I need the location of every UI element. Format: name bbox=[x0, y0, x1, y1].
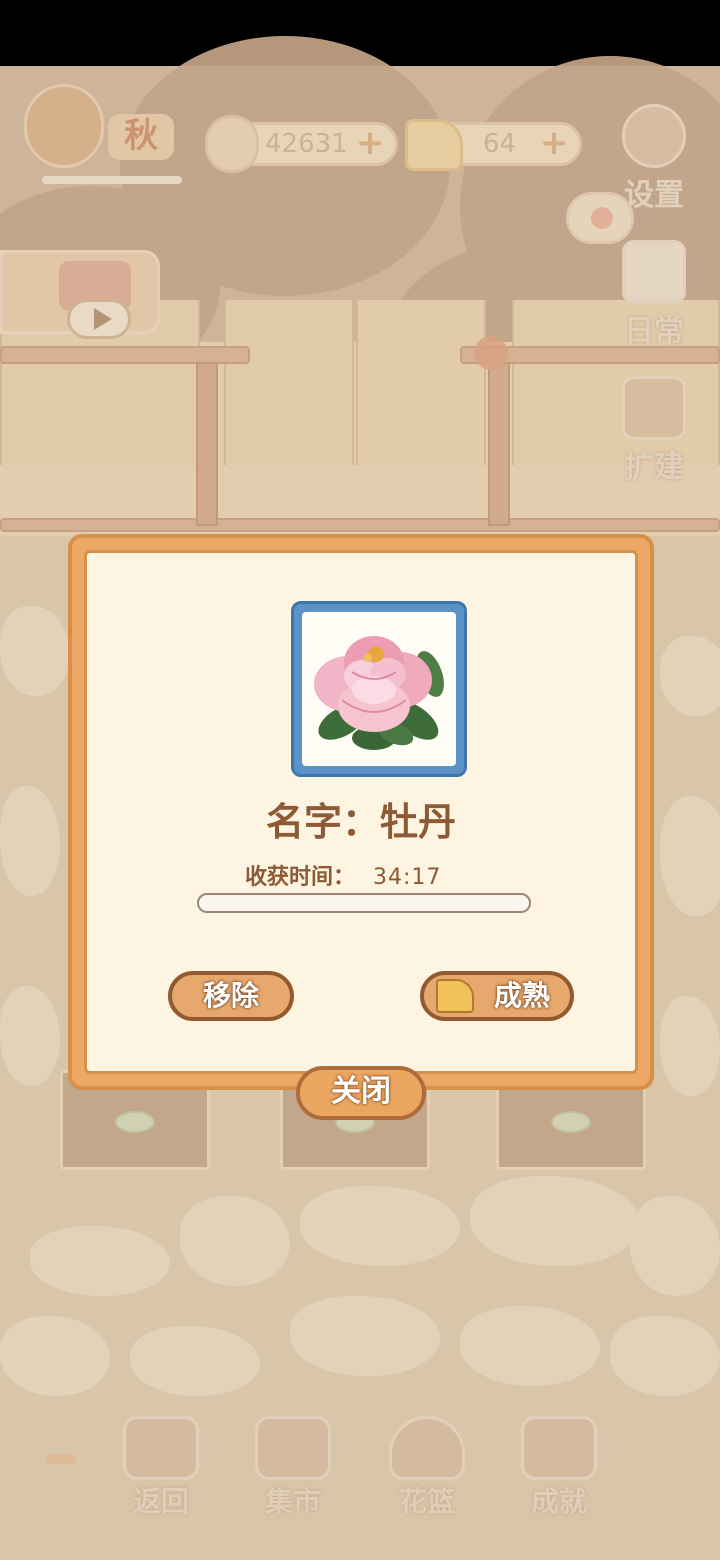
mature-button[interactable]: 成熟 bbox=[420, 971, 574, 1021]
cheese-icon bbox=[436, 979, 474, 1013]
harvest-time-label: 收获时间： bbox=[245, 865, 356, 890]
remove-button[interactable]: 移除 bbox=[168, 971, 294, 1021]
peony-flower-icon bbox=[314, 636, 444, 750]
dialog-panel: 名字：牡丹 收获时间： 34:17 移除 成熟 bbox=[84, 550, 638, 1074]
plant-portrait-frame bbox=[291, 601, 467, 777]
harvest-time: 收获时间： 34:17 bbox=[245, 859, 441, 891]
mature-label: 成熟 bbox=[493, 979, 550, 1012]
harvest-time-value: 34:17 bbox=[373, 865, 442, 890]
plant-name: 名字：牡丹 bbox=[265, 800, 456, 844]
close-button[interactable]: 关闭 bbox=[296, 1066, 426, 1120]
game-screen: 秋 42631 + 64 + 设置 日常 扩建 返回 集市 花篮 成就 名字：牡… bbox=[0, 0, 720, 1560]
plant-info-dialog: 名字：牡丹 收获时间： 34:17 移除 成熟 bbox=[68, 534, 654, 1090]
growth-progress-bar bbox=[197, 893, 531, 913]
